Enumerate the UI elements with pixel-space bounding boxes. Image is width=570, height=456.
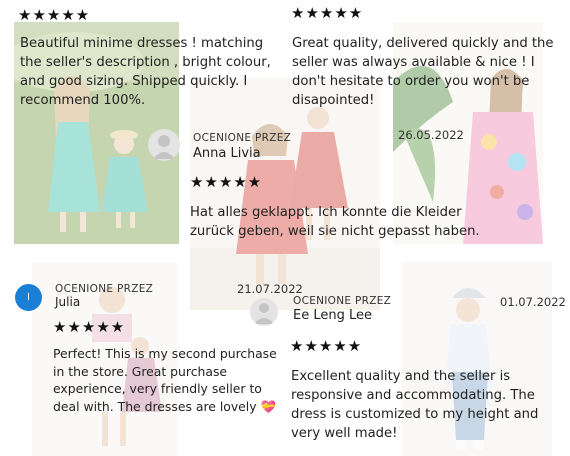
reviewer-name: Julia bbox=[55, 295, 81, 309]
rated-by-label: OCENIONE PRZEZ bbox=[55, 283, 154, 295]
star-rating: ★★★★★ bbox=[190, 173, 263, 191]
review-text: Perfect! This is my second purchase in t… bbox=[53, 346, 277, 414]
star-rating: ★★★★★ bbox=[291, 4, 364, 22]
review-date: 21.07.2022 bbox=[237, 282, 303, 296]
review-text: Excellent quality and the seller is resp… bbox=[291, 369, 539, 441]
avatar-initial-icon: I bbox=[15, 284, 42, 311]
reviewer-name: Anna Livia bbox=[193, 146, 261, 161]
photo-red-dresses bbox=[190, 78, 380, 310]
avatar-placeholder-icon bbox=[250, 298, 278, 326]
avatar-initial: I bbox=[27, 292, 30, 303]
rated-by-label: OCENIONE PRZEZ bbox=[193, 132, 292, 144]
star-rating: ★★★★★ bbox=[290, 337, 363, 355]
reviewer-name: Ee Leng Lee bbox=[293, 308, 372, 323]
rated-by-label: OCENIONE PRZEZ bbox=[293, 295, 392, 307]
review-date: 26.05.2022 bbox=[398, 128, 464, 142]
star-rating: ★★★★★ bbox=[18, 6, 91, 24]
review-text: Great quality, delivered quickly and the… bbox=[292, 36, 554, 108]
star-rating: ★★★★★ bbox=[53, 318, 126, 336]
review-text: Beautiful minime dresses ! matching the … bbox=[20, 36, 271, 108]
review-date: 01.07.2022 bbox=[500, 295, 566, 309]
review-text: Hat alles geklappt. Ich konnte die Kleid… bbox=[190, 205, 480, 239]
avatar-placeholder-icon bbox=[148, 129, 180, 161]
